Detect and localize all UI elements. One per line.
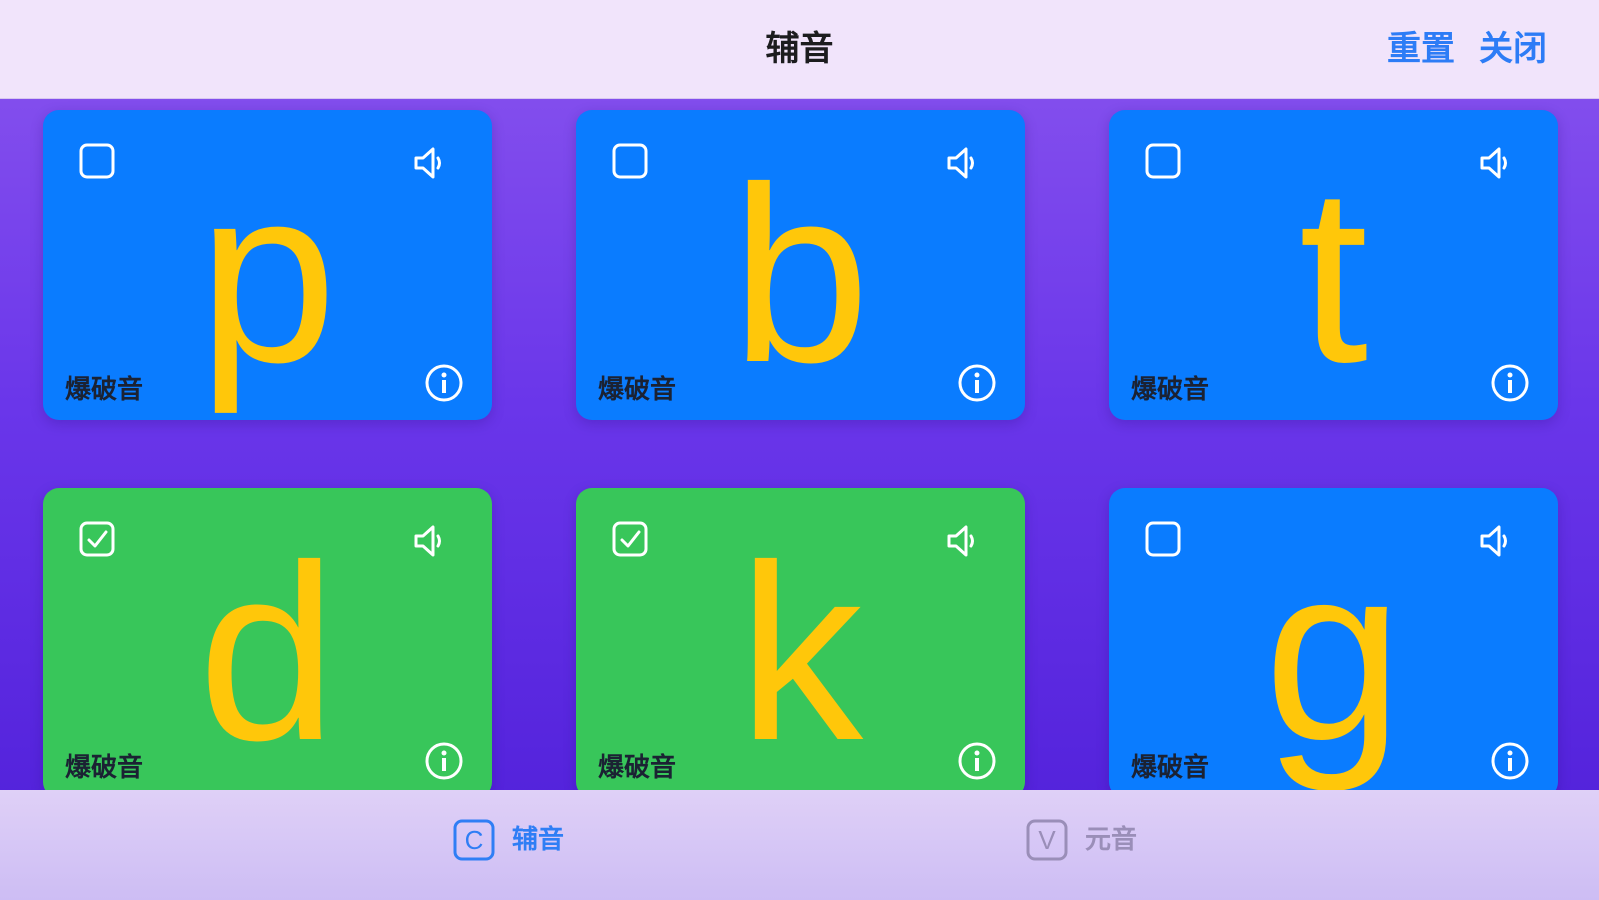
tab-consonants[interactable]: C 辅音	[452, 818, 572, 866]
navigation-bar: 辅音 重置 关闭	[0, 0, 1599, 99]
phoneme-type-label: 爆破音	[1131, 753, 1210, 783]
close-button[interactable]: 关闭	[1479, 0, 1547, 98]
tab-bar: C 辅音 V 元音	[0, 790, 1599, 900]
info-icon[interactable]	[956, 362, 998, 404]
svg-text:V: V	[1038, 825, 1056, 855]
phoneme-type-label: 爆破音	[598, 375, 677, 405]
info-icon[interactable]	[1489, 362, 1531, 404]
info-icon[interactable]	[1489, 740, 1531, 782]
phoneme-card-t[interactable]: t 爆破音	[1109, 110, 1558, 420]
phoneme-type-label: 爆破音	[1131, 375, 1210, 405]
tab-vowels[interactable]: V 元音	[1025, 818, 1145, 866]
phoneme-card-d[interactable]: d 爆破音	[43, 488, 492, 798]
phoneme-card-k[interactable]: k 爆破音	[576, 488, 1025, 798]
page-title: 辅音	[765, 29, 834, 69]
reset-button[interactable]: 重置	[1387, 0, 1455, 98]
tab-label: 元音	[1085, 825, 1138, 855]
tab-label: 辅音	[512, 825, 565, 855]
phoneme-card-g[interactable]: g 爆破音	[1109, 488, 1558, 798]
phoneme-type-label: 爆破音	[65, 375, 144, 405]
info-icon[interactable]	[956, 740, 998, 782]
phoneme-type-label: 爆破音	[65, 753, 144, 783]
vowel-v-icon: V	[1026, 819, 1068, 861]
phoneme-type-label: 爆破音	[598, 753, 677, 783]
consonant-c-icon: C	[453, 819, 495, 861]
phoneme-card-b[interactable]: b 爆破音	[576, 110, 1025, 420]
svg-text:C: C	[465, 825, 484, 855]
phoneme-card-p[interactable]: p 爆破音	[43, 110, 492, 420]
info-icon[interactable]	[423, 740, 465, 782]
info-icon[interactable]	[423, 362, 465, 404]
